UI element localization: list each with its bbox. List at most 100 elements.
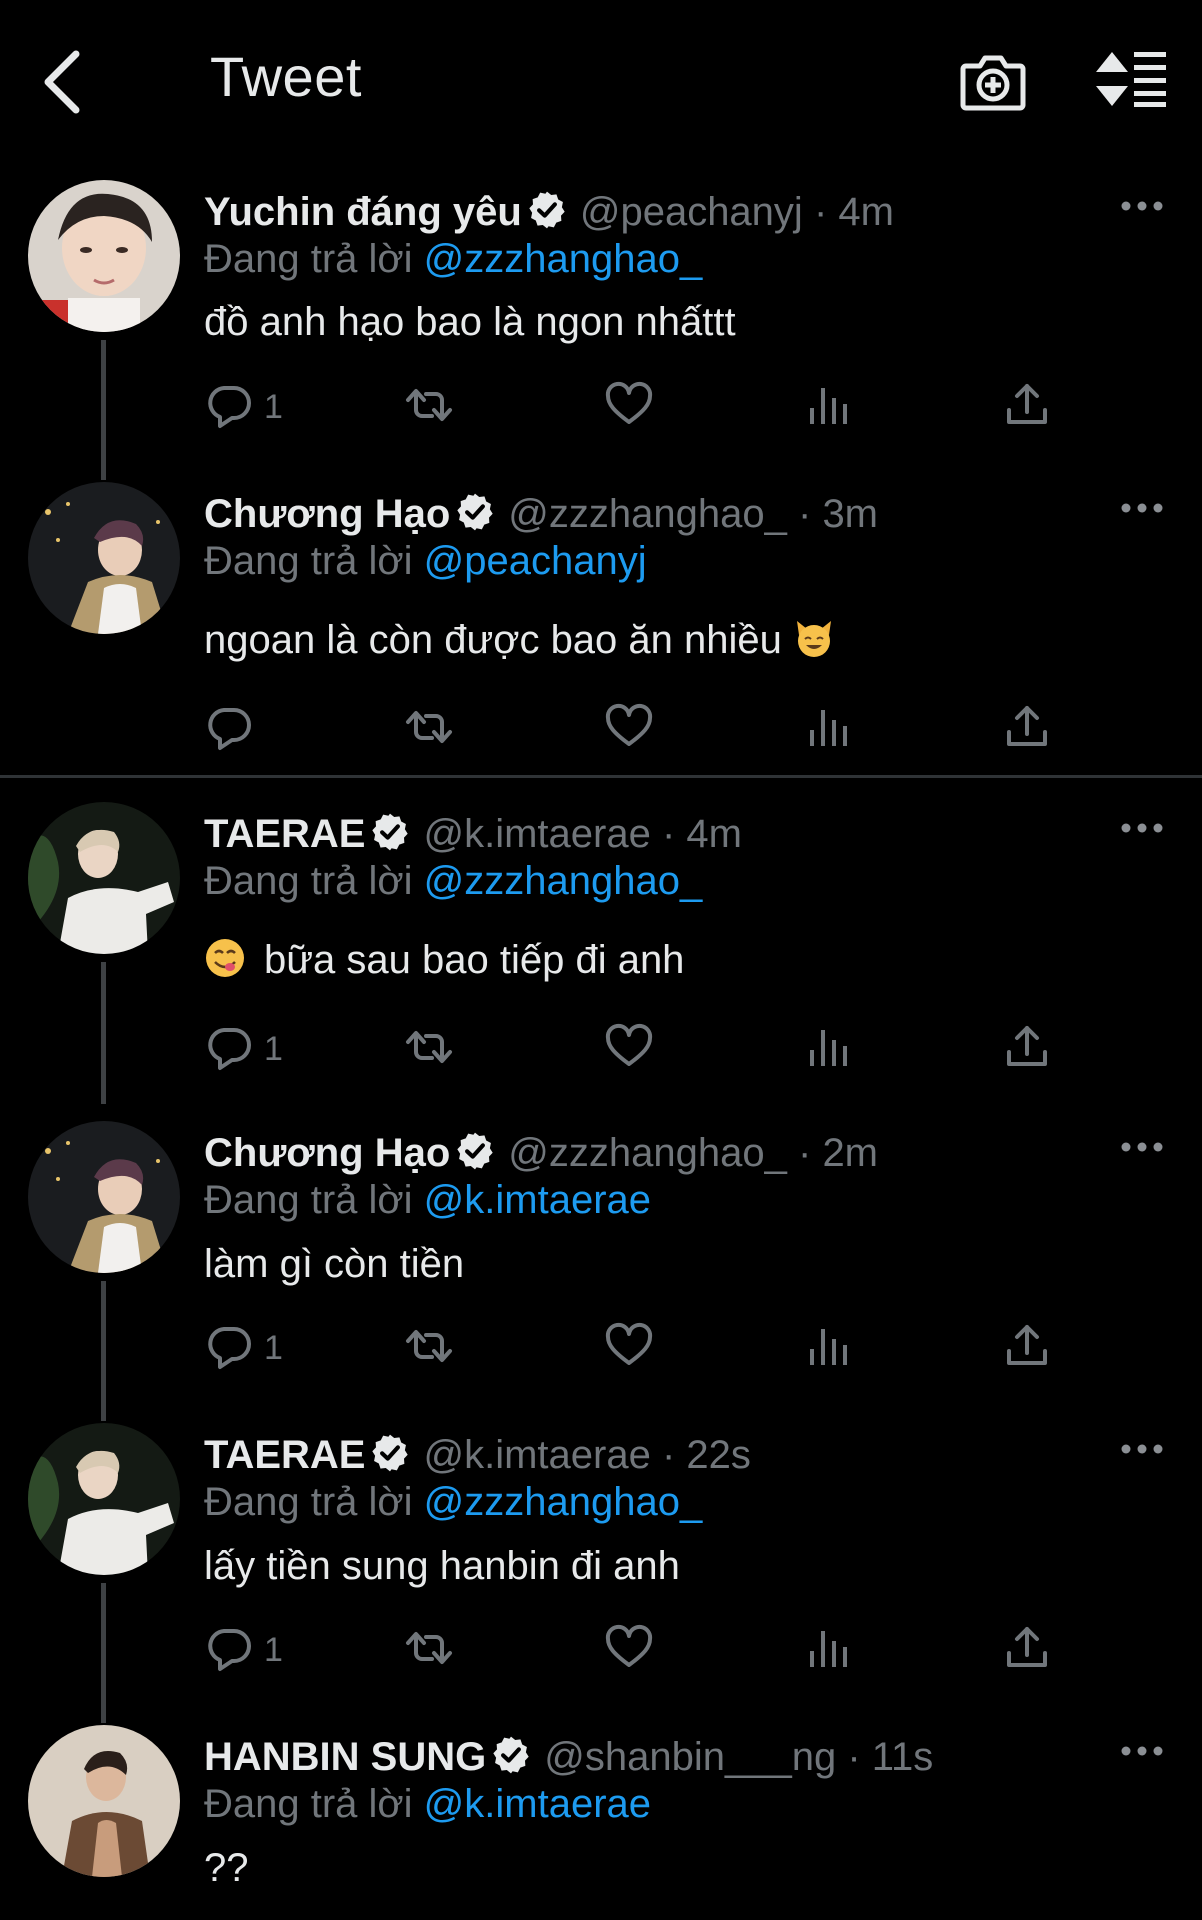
yum-face-emoji-icon (206, 939, 244, 977)
handle[interactable]: @zzzhanghao_ (508, 1131, 787, 1175)
share-icon (1002, 1623, 1052, 1673)
views-button[interactable] (804, 1022, 854, 1082)
like-button[interactable] (604, 1022, 654, 1082)
reply-to-link[interactable]: @zzzhanghao_ (424, 237, 703, 281)
views-button[interactable] (804, 380, 854, 440)
separator-dot: · (813, 190, 828, 234)
retweet-button[interactable] (404, 1321, 454, 1381)
reply-button[interactable]: 1 (204, 380, 283, 440)
reply-to-link[interactable]: @zzzhanghao_ (424, 859, 703, 903)
page-title: Tweet (210, 45, 362, 108)
tweet-text: lấy tiền sung hanbin đi anh (204, 1544, 680, 1588)
retweet-button[interactable] (404, 380, 454, 440)
back-button[interactable] (40, 46, 88, 118)
bar-chart-icon (804, 1022, 854, 1072)
share-button[interactable] (1002, 1623, 1052, 1683)
display-name[interactable]: Chương Hạo (204, 1131, 450, 1175)
display-name[interactable]: TAERAE (204, 812, 365, 856)
timestamp[interactable]: 4m (838, 190, 894, 234)
chevron-left-icon (44, 50, 80, 114)
more-options-icon[interactable] (1120, 1439, 1164, 1459)
avatar[interactable] (28, 482, 180, 634)
verified-badge-icon (490, 1734, 532, 1776)
handle[interactable]: @k.imtaerae (423, 1433, 650, 1477)
timestamp[interactable]: 3m (822, 492, 878, 536)
sort-button[interactable] (1094, 50, 1168, 108)
more-options-icon[interactable] (1120, 498, 1164, 518)
retweet-button[interactable] (404, 702, 454, 762)
like-button[interactable] (604, 702, 654, 762)
like-button[interactable] (604, 380, 654, 440)
reply-to-link[interactable]: @peachanyj (424, 539, 647, 583)
camera-button[interactable] (960, 50, 1026, 112)
heart-icon (604, 702, 654, 752)
heart-icon (604, 1623, 654, 1673)
verified-badge-icon (454, 1130, 496, 1172)
replying-to: Đang trả lời @zzzhanghao_ (204, 1478, 702, 1526)
tweet-header: TAERAE @k.imtaerae · 22s (204, 1431, 751, 1479)
timestamp[interactable]: 22s (686, 1433, 751, 1477)
avatar[interactable] (28, 802, 180, 954)
avatar[interactable] (28, 180, 180, 332)
reply-button[interactable]: 1 (204, 1022, 283, 1082)
verified-badge-icon (526, 189, 568, 231)
share-button[interactable] (1002, 380, 1052, 440)
display-name[interactable]: Yuchin đáng yêu (204, 190, 522, 234)
tweet-text-content: bữa sau bao tiếp đi anh (264, 938, 685, 982)
handle[interactable]: @k.imtaerae (423, 812, 650, 856)
reply-to-link[interactable]: @k.imtaerae (424, 1782, 651, 1826)
tweet-text-content: ngoan là còn được bao ăn nhiều (204, 618, 782, 662)
smiling-cat-emoji-icon (797, 621, 832, 657)
action-bar: 1 (204, 380, 1084, 440)
avatar[interactable] (28, 1725, 180, 1877)
reply-to-link[interactable]: @zzzhanghao_ (424, 1480, 703, 1524)
retweet-button[interactable] (404, 1623, 454, 1683)
timestamp[interactable]: 11s (872, 1735, 934, 1779)
handle[interactable]: @peachanyj (580, 190, 803, 234)
like-button[interactable] (604, 1623, 654, 1683)
views-button[interactable] (804, 1321, 854, 1381)
separator-dot: · (847, 1735, 861, 1779)
display-name[interactable]: HANBIN SUNG (204, 1735, 486, 1779)
avatar[interactable] (28, 1121, 180, 1273)
handle[interactable]: @shanbin___ng (544, 1735, 836, 1779)
share-icon (1002, 1321, 1052, 1371)
bar-chart-icon (804, 1321, 854, 1371)
action-bar (204, 702, 1084, 762)
like-button[interactable] (604, 1321, 654, 1381)
share-button[interactable] (1002, 1022, 1052, 1082)
more-options-icon[interactable] (1120, 1137, 1164, 1157)
more-options-icon[interactable] (1120, 1741, 1164, 1761)
handle[interactable]: @zzzhanghao_ (508, 492, 787, 536)
reply-label: Đang trả lời (204, 539, 413, 583)
share-button[interactable] (1002, 702, 1052, 762)
reply-button[interactable] (204, 702, 254, 762)
avatar[interactable] (28, 1423, 180, 1575)
tweet-header: Yuchin đáng yêu @peachanyj · 4m (204, 188, 894, 236)
reply-count: 1 (264, 1631, 283, 1669)
reply-button[interactable]: 1 (204, 1321, 283, 1381)
timestamp[interactable]: 2m (822, 1131, 878, 1175)
tweet-text: ?? (204, 1846, 249, 1890)
retweet-icon (404, 702, 454, 752)
share-button[interactable] (1002, 1321, 1052, 1381)
reply-to-link[interactable]: @k.imtaerae (424, 1178, 651, 1222)
display-name[interactable]: Chương Hạo (204, 492, 450, 536)
thread-line (101, 962, 106, 1104)
reply-label: Đang trả lời (204, 859, 413, 903)
reply-icon (204, 1623, 254, 1673)
reply-label: Đang trả lời (204, 1480, 413, 1524)
reply-icon (204, 1321, 254, 1371)
more-options-icon[interactable] (1120, 818, 1164, 838)
display-name[interactable]: TAERAE (204, 1433, 365, 1477)
thread-line (101, 1281, 106, 1421)
timestamp[interactable]: 4m (686, 812, 742, 856)
views-button[interactable] (804, 1623, 854, 1683)
retweet-button[interactable] (404, 1022, 454, 1082)
more-options-icon[interactable] (1120, 196, 1164, 216)
bar-chart-icon (804, 1623, 854, 1673)
verified-badge-icon (369, 1432, 411, 1474)
views-button[interactable] (804, 702, 854, 762)
reply-button[interactable]: 1 (204, 1623, 283, 1683)
reply-label: Đang trả lời (204, 237, 413, 281)
